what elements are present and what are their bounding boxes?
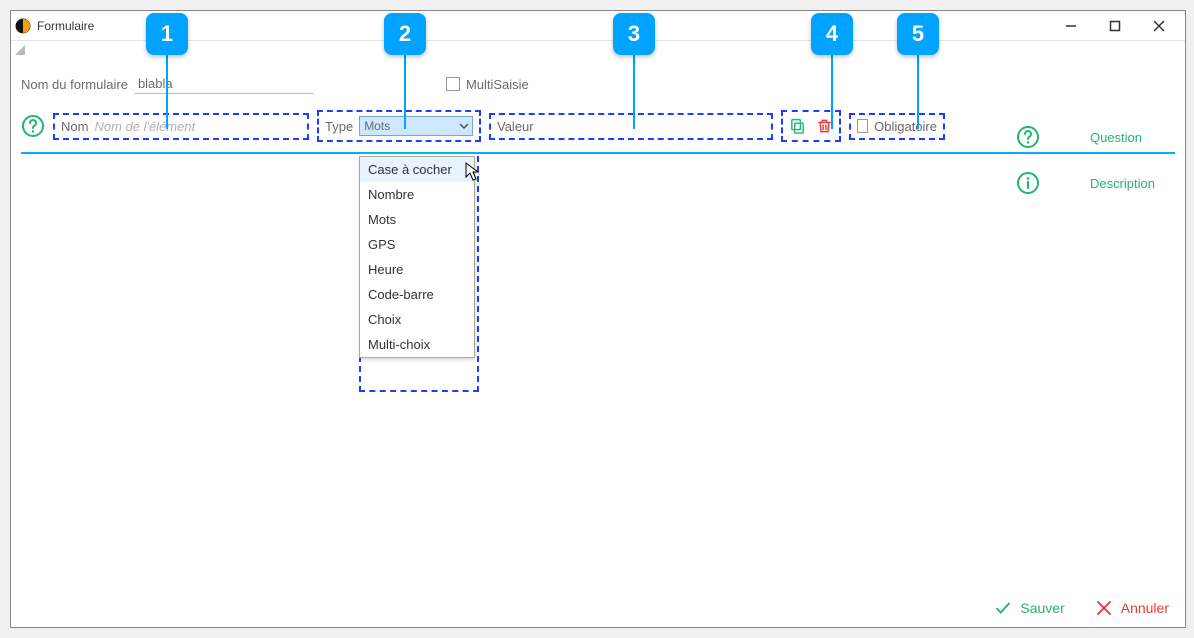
- copy-icon[interactable]: [789, 116, 806, 136]
- save-label: Sauver: [1020, 600, 1064, 616]
- type-option[interactable]: GPS: [360, 232, 474, 257]
- callout-line: [166, 55, 168, 129]
- app-window: Formulaire Nom du formulaire MultiSaisie…: [10, 10, 1186, 628]
- info-icon[interactable]: [1016, 171, 1040, 195]
- type-option[interactable]: Choix: [360, 307, 474, 332]
- nom-label: Nom: [61, 119, 88, 134]
- callout-marker-5: 5: [897, 13, 939, 55]
- multisaisie-label: MultiSaisie: [466, 77, 529, 92]
- callout-marker-2: 2: [384, 13, 426, 55]
- valeur-field-box: Valeur: [489, 113, 773, 140]
- type-dropdown: Case à cocher Nombre Mots GPS Heure Code…: [359, 156, 475, 358]
- app-icon: [15, 18, 31, 34]
- chevron-down-icon: [459, 121, 469, 131]
- form-name-label: Nom du formulaire: [21, 77, 128, 92]
- type-selected-value: Mots: [364, 119, 390, 133]
- cancel-button[interactable]: Annuler: [1095, 599, 1169, 617]
- form-name-row: Nom du formulaire MultiSaisie: [11, 60, 1185, 94]
- type-option[interactable]: Case à cocher: [360, 157, 474, 182]
- type-combobox[interactable]: Mots: [359, 116, 473, 136]
- type-option[interactable]: Mots: [360, 207, 474, 232]
- obligatoire-checkbox[interactable]: [857, 119, 868, 133]
- type-label: Type: [325, 119, 353, 134]
- nom-input[interactable]: [94, 119, 301, 134]
- minimize-button[interactable]: [1049, 11, 1093, 41]
- window-title: Formulaire: [37, 19, 94, 33]
- nom-field-box: Nom: [53, 113, 309, 140]
- callout-line: [831, 55, 833, 129]
- callout-marker-3: 3: [613, 13, 655, 55]
- question-icon[interactable]: [1016, 125, 1040, 149]
- row-separator: [21, 152, 1175, 154]
- question-icon[interactable]: [21, 114, 45, 138]
- obligatoire-box: Obligatoire: [849, 113, 945, 140]
- cancel-label: Annuler: [1121, 600, 1169, 616]
- form-name-input[interactable]: [134, 74, 314, 94]
- multisaisie-checkbox[interactable]: [446, 77, 460, 91]
- footer: Sauver Annuler: [994, 599, 1169, 617]
- valeur-label: Valeur: [497, 119, 534, 134]
- callout-line: [633, 55, 635, 129]
- obligatoire-label: Obligatoire: [874, 119, 937, 134]
- type-option[interactable]: Multi-choix: [360, 332, 474, 357]
- type-option[interactable]: Code-barre: [360, 282, 474, 307]
- question-legend-label: Question: [1090, 130, 1142, 145]
- right-legend: Question Description: [1016, 125, 1155, 195]
- close-button[interactable]: [1137, 11, 1181, 41]
- type-option[interactable]: Heure: [360, 257, 474, 282]
- valeur-input[interactable]: [540, 119, 765, 134]
- callout-marker-1: 1: [146, 13, 188, 55]
- callout-line: [917, 55, 919, 129]
- callout-marker-4: 4: [811, 13, 853, 55]
- description-legend-label: Description: [1090, 176, 1155, 191]
- callout-line: [404, 55, 406, 129]
- type-field-box: Type Mots: [317, 110, 481, 142]
- maximize-button[interactable]: [1093, 11, 1137, 41]
- save-button[interactable]: Sauver: [994, 599, 1064, 617]
- element-row: Nom Type Mots Valeur: [11, 94, 1185, 152]
- type-option[interactable]: Nombre: [360, 182, 474, 207]
